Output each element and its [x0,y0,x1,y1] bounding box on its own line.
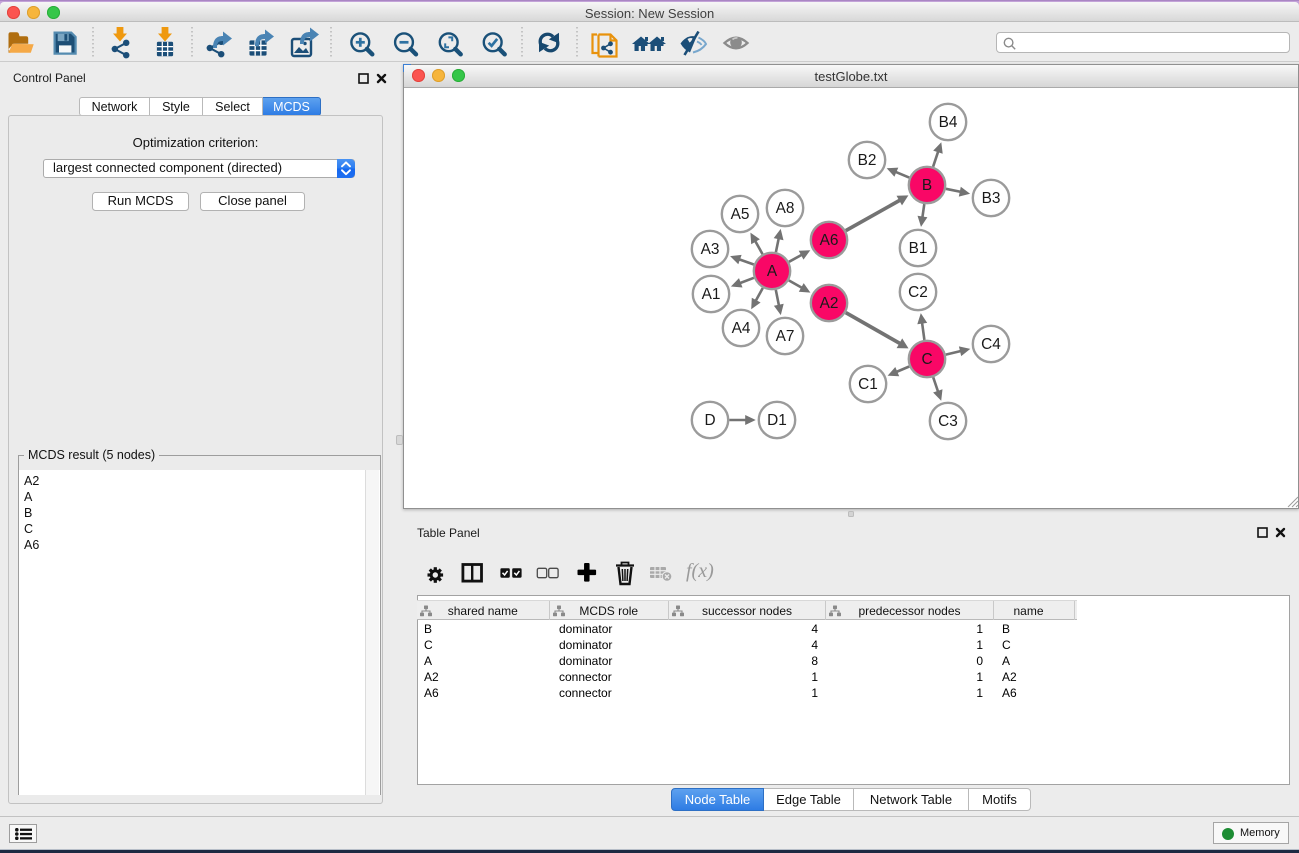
svg-text:C2: C2 [908,284,928,301]
svg-text:C1: C1 [858,376,878,393]
svg-text:B: B [922,177,932,194]
svg-text:A1: A1 [702,286,721,303]
svg-text:A7: A7 [776,328,795,345]
svg-text:B4: B4 [939,114,958,131]
svg-text:D1: D1 [767,412,787,429]
svg-text:A2: A2 [820,295,839,312]
svg-text:B2: B2 [858,152,877,169]
svg-text:C4: C4 [981,336,1001,353]
svg-text:D: D [704,412,715,429]
svg-text:A: A [767,263,778,280]
svg-text:A5: A5 [731,206,750,223]
svg-text:A4: A4 [732,320,751,337]
svg-text:A8: A8 [776,200,795,217]
svg-text:B3: B3 [982,190,1001,207]
svg-text:A3: A3 [701,241,720,258]
svg-text:B1: B1 [909,240,928,257]
svg-text:C: C [921,351,932,368]
svg-text:A6: A6 [820,232,839,249]
svg-text:C3: C3 [938,413,958,430]
